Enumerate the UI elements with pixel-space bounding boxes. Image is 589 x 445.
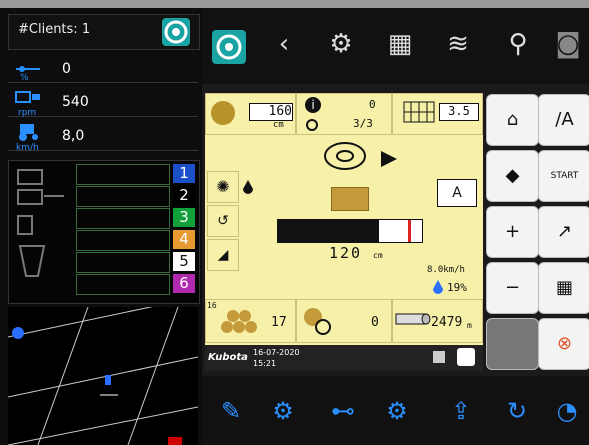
keyboard-icon[interactable]	[433, 351, 445, 363]
pen-icon[interactable]: ✎	[214, 394, 248, 428]
section-number: 2	[173, 186, 195, 205]
section-number: 6	[173, 274, 195, 293]
baler-status-panel: 160 cm i 0 3/3 3.5 ✺ ↺ ◢ A 120 cm 8.0km/…	[205, 93, 483, 371]
clients-label: #Clients: 1	[18, 22, 91, 37]
sensor-value-speed: 8,0	[62, 128, 85, 144]
bale-center-icon	[331, 187, 369, 211]
turn-icon[interactable]: ↻	[500, 394, 534, 428]
sensor-unit-speed: km/h	[16, 143, 39, 153]
start-label: START	[550, 171, 579, 181]
sensor-value-rpm: 540	[62, 94, 89, 110]
moisture-value: 19%	[447, 281, 467, 294]
section-row[interactable]: 2	[76, 186, 195, 207]
footer-logo-icon[interactable]	[457, 348, 475, 366]
drop-icon	[243, 179, 253, 194]
tailgate-button[interactable]: ◢	[207, 239, 239, 271]
sensor-value-percent: 0	[62, 61, 71, 77]
bale-icon	[211, 101, 235, 125]
play-arrow-icon	[381, 151, 397, 171]
bale-size-progress-fill	[278, 220, 379, 242]
section-number: 5	[173, 252, 195, 271]
implement-status-icon	[14, 166, 70, 296]
moisture-drop-icon	[433, 279, 443, 294]
sensor-unit-rpm: rpm	[18, 108, 37, 118]
start-button[interactable]: START	[538, 150, 589, 202]
progress-value: 120	[329, 244, 363, 262]
fraction-value: 3/3	[353, 117, 373, 130]
empty-button[interactable]	[486, 318, 539, 370]
calculator-icon[interactable]: ▦	[382, 26, 418, 62]
tractor-plus-button[interactable]: +	[486, 206, 539, 258]
info-icon: i	[305, 97, 321, 113]
wrench-icon[interactable]: ⚲	[500, 26, 536, 62]
camera-icon[interactable]: ◙	[550, 26, 586, 62]
info-count: 0	[369, 98, 376, 111]
section-row[interactable]: 4	[76, 230, 195, 251]
compass-icon[interactable]	[12, 327, 24, 339]
length-value: 2479	[431, 315, 463, 330]
length-unit: m	[467, 321, 472, 330]
rotor-button[interactable]: ✺	[207, 171, 239, 203]
cancel-alarm-button[interactable]: ⊗	[538, 318, 589, 370]
app-logo-icon[interactable]	[162, 18, 190, 46]
sensor-unit-percent: %	[20, 73, 29, 83]
settings-box-icon[interactable]: ⚙	[266, 394, 300, 428]
bale-stack-icon	[219, 307, 259, 335]
net-wrap-value: 3.5	[439, 103, 479, 121]
steering-wheel-icon	[323, 141, 367, 171]
center-drop-button[interactable]: ◆	[486, 150, 539, 202]
bale-size-progress	[277, 219, 423, 243]
cycle-icon	[305, 117, 319, 131]
speed-value: 8.0km/h	[427, 265, 465, 275]
pickup-raise-button[interactable]: ↗	[538, 206, 589, 258]
section-number: 4	[173, 230, 195, 249]
manual-auto-label: /A	[555, 109, 574, 130]
bale-count: 17	[271, 315, 287, 330]
wrap-roll-icon	[395, 311, 431, 327]
time-value: 15:21	[253, 359, 277, 368]
target-marker	[408, 220, 411, 242]
section-number: 1	[173, 164, 195, 183]
section-row[interactable]: 1	[76, 164, 195, 185]
tractor-lift-icon[interactable]: ⇪	[444, 394, 478, 428]
field-rows-icon[interactable]: ≋	[440, 26, 476, 62]
bale-diameter-unit: cm	[273, 120, 284, 130]
gear-shift-icon[interactable]: ⚙	[380, 394, 414, 428]
timer-count: 0	[371, 315, 379, 330]
app-logo-button[interactable]	[212, 30, 246, 64]
mode-a-button[interactable]: A	[437, 179, 477, 207]
brand-logo: Kubota	[208, 352, 248, 363]
manual-auto-button[interactable]: /A	[538, 94, 589, 146]
back-chevron-icon[interactable]: ‹	[266, 26, 302, 62]
gear-icon[interactable]: ⚙	[323, 26, 359, 62]
home-button[interactable]: ⌂	[486, 94, 539, 146]
date-value: 16-07-2020	[253, 348, 300, 357]
bale-count-small: 16	[207, 301, 217, 310]
section-row[interactable]: 5	[76, 252, 195, 273]
section-number: 3	[173, 208, 195, 227]
progress-unit: cm	[373, 251, 383, 260]
section-row[interactable]: 6	[76, 274, 195, 295]
field-map[interactable]	[8, 307, 198, 445]
hydraulic-cylinder-icon[interactable]: ⊷	[326, 394, 360, 428]
pickup-button[interactable]: ↺	[207, 205, 239, 237]
top-strip	[0, 0, 589, 8]
net-wrap-button[interactable]: ▦	[538, 262, 589, 314]
gauge-icon[interactable]: ◔	[550, 394, 584, 428]
tractor-minus-button[interactable]: −	[486, 262, 539, 314]
net-wrap-icon	[403, 101, 435, 123]
bale-timer-icon	[301, 305, 333, 335]
bale-diameter-value: 160	[249, 103, 293, 121]
status-footer: Kubota 16-07-2020 15:21	[205, 345, 483, 371]
section-row[interactable]: 3	[76, 208, 195, 229]
